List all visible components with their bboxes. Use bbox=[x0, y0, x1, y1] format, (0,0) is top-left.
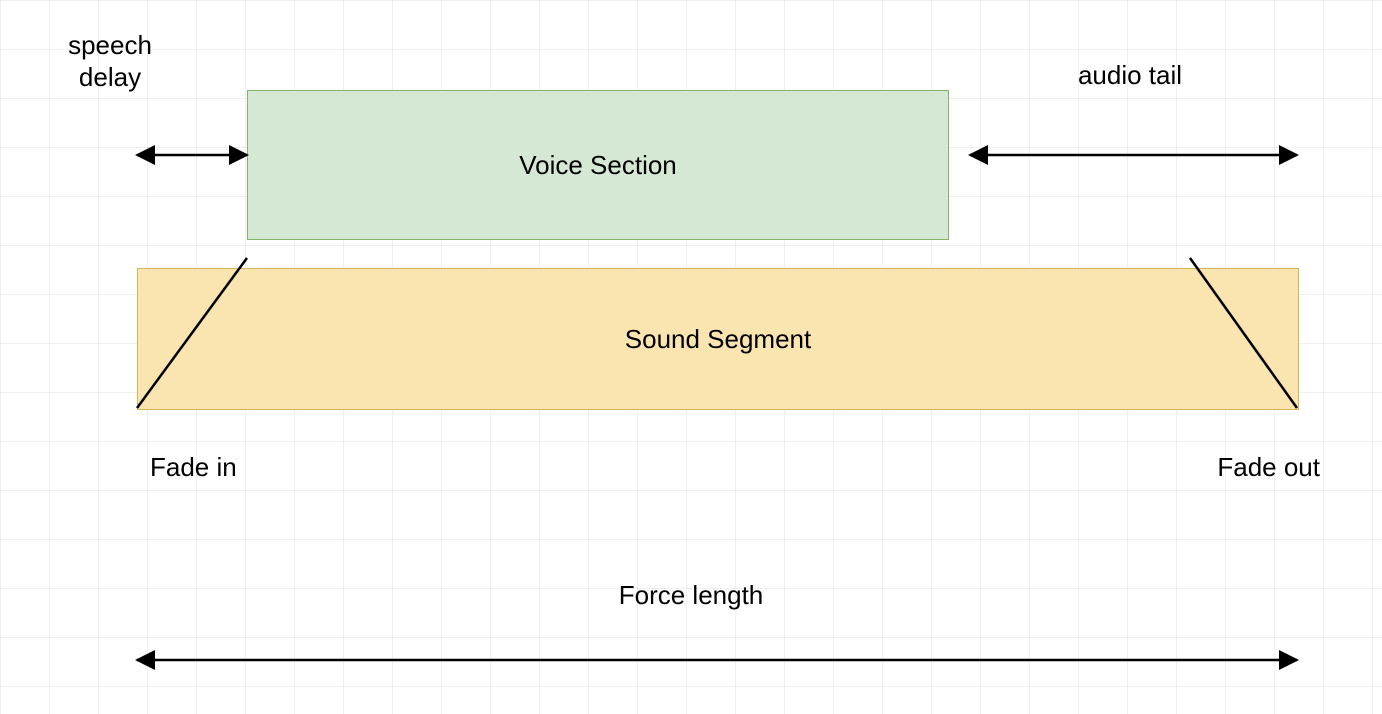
force-length-label: Force length bbox=[0, 580, 1382, 611]
fade-out-label: Fade out bbox=[1160, 452, 1320, 483]
diagram-canvas: speech delay audio tail Fade in Fade out… bbox=[0, 0, 1382, 714]
voice-section-text: Voice Section bbox=[519, 150, 677, 181]
sound-segment-box: Sound Segment bbox=[137, 268, 1299, 410]
voice-section-box: Voice Section bbox=[247, 90, 949, 240]
speech-delay-label-line2: delay bbox=[40, 62, 180, 93]
audio-tail-label: audio tail bbox=[1000, 60, 1260, 91]
sound-segment-text: Sound Segment bbox=[625, 324, 811, 355]
fade-in-label: Fade in bbox=[150, 452, 290, 483]
speech-delay-label-line1: speech bbox=[40, 30, 180, 61]
